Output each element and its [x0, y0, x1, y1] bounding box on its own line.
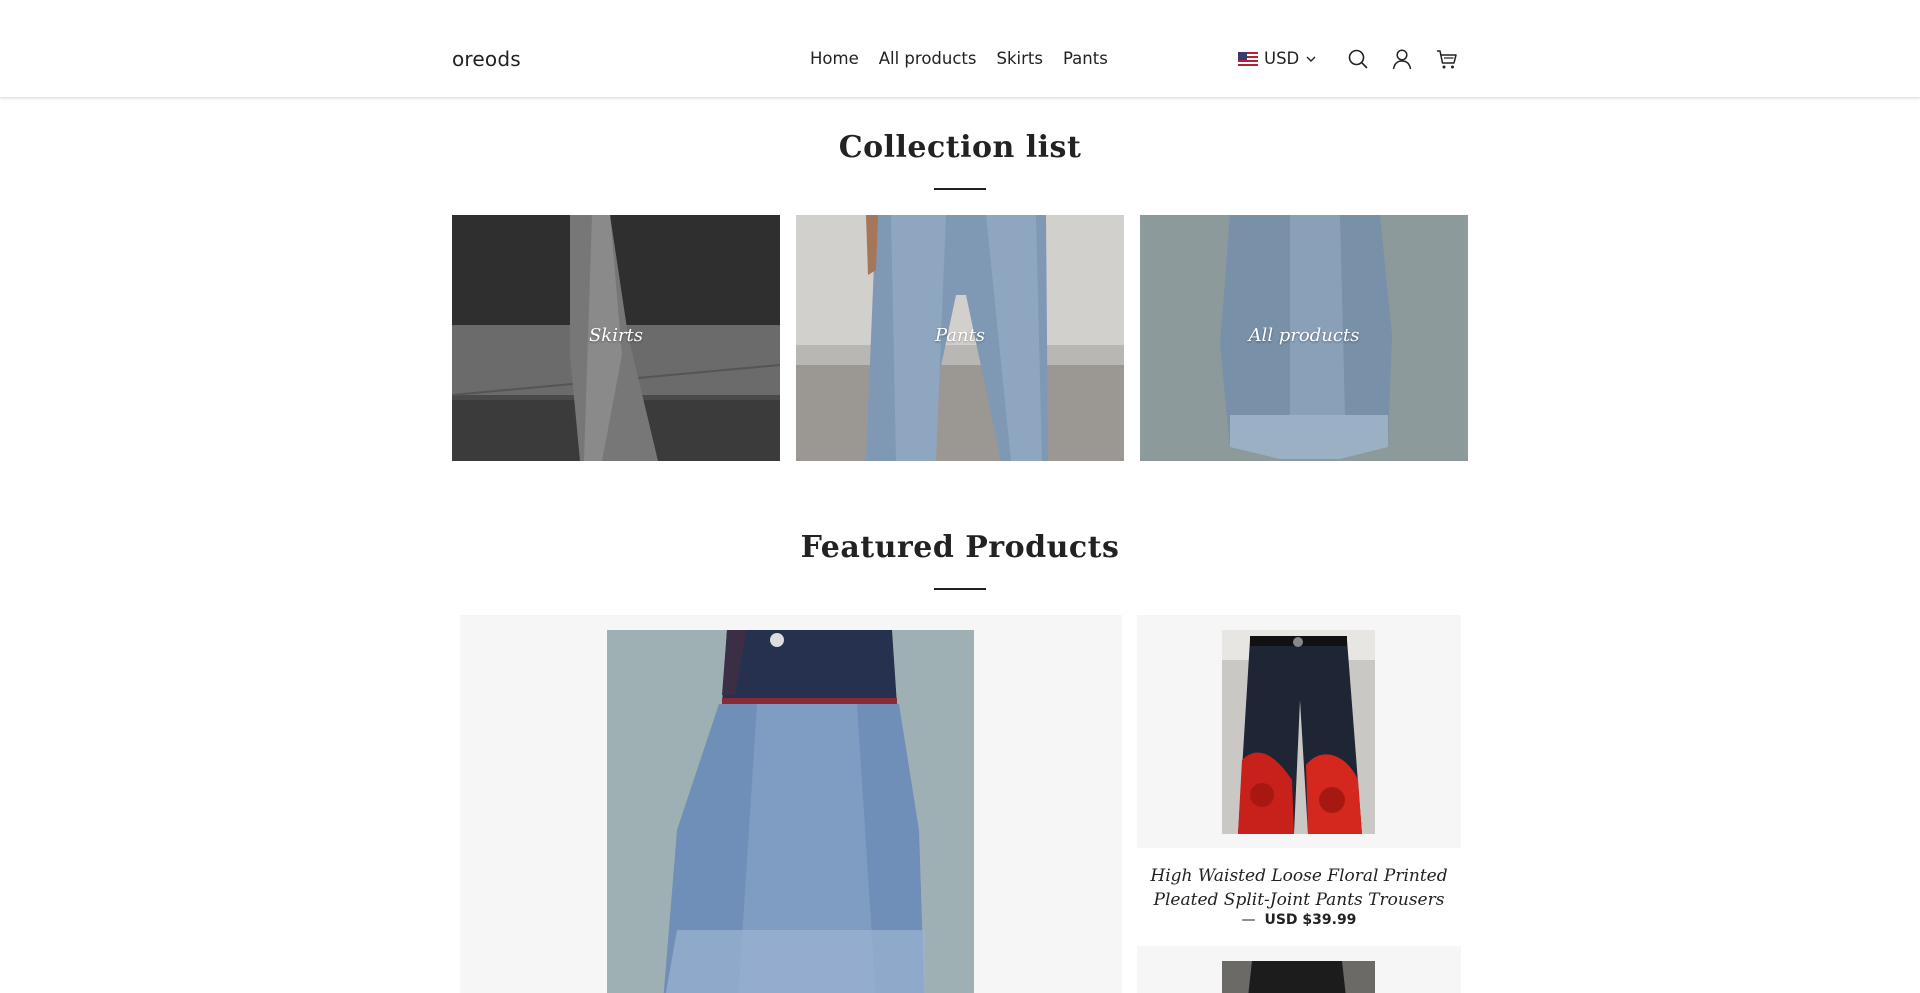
nav-all-products[interactable]: All products [879, 49, 977, 68]
currency-label: USD [1264, 49, 1300, 68]
collection-label-all-products: All products [1248, 325, 1360, 346]
product-card-featured-large[interactable] [460, 615, 1122, 993]
price-value: USD $39.99 [1264, 912, 1357, 928]
search-icon[interactable] [1347, 48, 1369, 70]
product-price: — USD $39.99 [1137, 912, 1461, 928]
account-icon[interactable] [1391, 48, 1413, 70]
product-card-floral-pants[interactable] [1137, 615, 1461, 848]
us-flag-icon [1238, 51, 1258, 66]
collection-card-skirts[interactable]: Skirts [452, 215, 780, 461]
price-dash: — [1241, 912, 1256, 928]
collection-label-pants: Pants [934, 325, 986, 346]
denim-skirt-product-image [607, 630, 974, 993]
product-title[interactable]: High Waisted Loose Floral Printed Pleate… [1137, 864, 1461, 912]
cart-icon[interactable] [1436, 48, 1458, 70]
nav-skirts[interactable]: Skirts [997, 49, 1043, 68]
next-product-image [1222, 961, 1375, 993]
featured-products-title: Featured Products [800, 530, 1120, 565]
collection-label-skirts: Skirts [588, 325, 644, 346]
title-divider [934, 588, 986, 590]
collection-list-title: Collection list [838, 130, 1082, 165]
chevron-down-icon [1306, 56, 1316, 62]
product-card-next[interactable] [1137, 946, 1461, 993]
store-logo[interactable]: oreods [452, 47, 521, 71]
nav-home[interactable]: Home [810, 49, 859, 68]
title-divider [934, 188, 986, 190]
main-nav: Home All products Skirts Pants [810, 49, 1108, 68]
nav-pants[interactable]: Pants [1063, 49, 1108, 68]
currency-selector[interactable]: USD [1238, 49, 1317, 68]
site-header: oreods Home All products Skirts Pants US… [0, 0, 1920, 97]
collection-card-pants[interactable]: Pants [796, 215, 1124, 461]
floral-pants-product-image [1222, 630, 1375, 834]
collection-card-all-products[interactable]: All products [1140, 215, 1468, 461]
